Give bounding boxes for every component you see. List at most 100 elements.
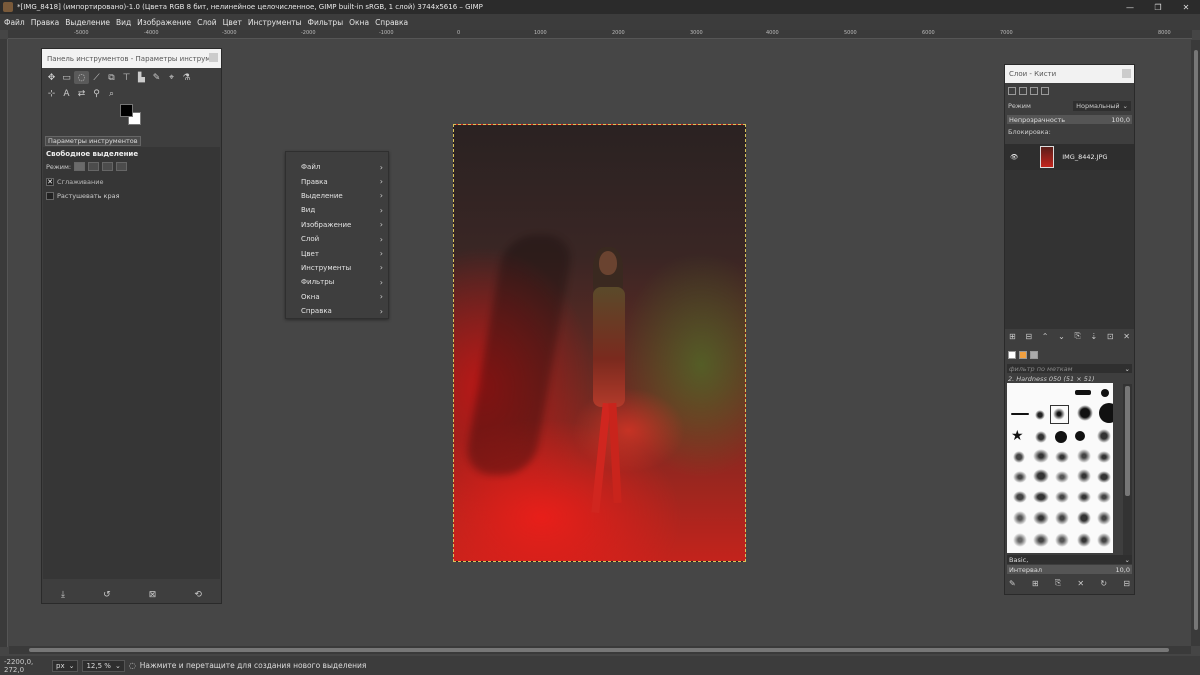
delete-layer-icon[interactable]: ✕	[1123, 332, 1130, 341]
lower-layer-icon[interactable]: ⌄	[1058, 332, 1065, 341]
menu-windows[interactable]: Окна	[349, 18, 369, 27]
context-menu-item-filters[interactable]: Фильтры ›	[286, 275, 388, 289]
menu-layer[interactable]: Слой	[197, 18, 217, 27]
restore-options-icon[interactable]: ↺	[103, 590, 111, 600]
reset-options-icon[interactable]: ⟲	[194, 590, 202, 600]
refresh-brushes-icon[interactable]: ↻	[1100, 579, 1107, 588]
layer-row[interactable]: 👁 IMG_8442.JPG	[1005, 144, 1134, 170]
vertical-ruler[interactable]	[0, 39, 8, 647]
context-menu-item-image[interactable]: Изображение ›	[286, 218, 388, 232]
minimize-button[interactable]: —	[1116, 0, 1144, 14]
menu-colors[interactable]: Цвет	[223, 18, 242, 27]
toolbox-header[interactable]: Панель инструментов - Параметры инструм.…	[42, 49, 221, 68]
smudge-tool-icon[interactable]: ⚗	[179, 71, 194, 84]
channels-tab-icon[interactable]	[1019, 87, 1027, 95]
layer-mode-select[interactable]: Нормальный ⌄	[1073, 101, 1131, 111]
delete-options-icon[interactable]: ⊠	[149, 590, 157, 600]
feather-checkbox[interactable]	[46, 192, 54, 200]
warp-tool-icon[interactable]: ⇄	[74, 87, 89, 100]
mask-layer-icon[interactable]: ⊡	[1107, 332, 1114, 341]
delete-brush-icon[interactable]: ✕	[1077, 579, 1084, 588]
paths-tool-icon[interactable]: ⊹	[44, 87, 59, 100]
move-tool-icon[interactable]: ✥	[44, 71, 59, 84]
unified-transform-tool-icon[interactable]: ⊤	[119, 71, 134, 84]
menu-edit[interactable]: Правка	[31, 18, 60, 27]
edit-brush-icon[interactable]: ✎	[1009, 579, 1016, 588]
context-menu-item-file[interactable]: Файл ›	[286, 160, 388, 174]
text-tool-icon[interactable]: A	[59, 87, 74, 100]
menu-select[interactable]: Выделение	[65, 18, 110, 27]
gradients-tab-icon[interactable]	[1030, 351, 1038, 359]
context-menu-item-colors[interactable]: Цвет ›	[286, 246, 388, 260]
opacity-slider[interactable]: Непрозрачность 100,0	[1007, 115, 1132, 124]
tool-options-tab[interactable]: Параметры инструментов	[42, 136, 221, 146]
close-icon[interactable]	[209, 53, 218, 62]
patterns-tab-icon[interactable]	[1019, 351, 1027, 359]
save-options-icon[interactable]: ⤓	[61, 590, 65, 600]
paths-tab-icon[interactable]	[1030, 87, 1038, 95]
vertical-scrollbar[interactable]	[1191, 40, 1200, 646]
context-menu-item-layer[interactable]: Слой ›	[286, 232, 388, 246]
title-bar: *[IMG_8418] (импортировано)-1.0 (Цвета R…	[0, 0, 1200, 14]
context-menu-item-edit[interactable]: Правка ›	[286, 174, 388, 188]
ruler-tick: 1000	[534, 30, 547, 36]
paintbrush-tool-icon[interactable]: ✎	[149, 71, 164, 84]
foreground-color-swatch[interactable]	[120, 104, 133, 117]
eye-icon[interactable]: 👁	[1010, 153, 1018, 161]
context-menu-item-view[interactable]: Вид ›	[286, 203, 388, 217]
chevron-right-icon: ›	[379, 177, 383, 187]
context-menu-item-windows[interactable]: Окна ›	[286, 290, 388, 304]
open-brush-icon[interactable]: ⊟	[1123, 579, 1130, 588]
rect-select-tool-icon[interactable]: ▭	[59, 71, 74, 84]
horizontal-scrollbar[interactable]	[9, 646, 1191, 654]
color-picker-tool-icon[interactable]: ⚲	[89, 87, 104, 100]
bucket-fill-tool-icon[interactable]: ▙	[134, 71, 149, 84]
brushes-tab-icon[interactable]	[1008, 351, 1016, 359]
new-brush-icon[interactable]: ⊞	[1032, 579, 1039, 588]
context-menu-item-help[interactable]: Справка ›	[286, 304, 388, 318]
menu-image[interactable]: Изображение	[137, 18, 191, 27]
mode-add-icon[interactable]	[88, 162, 100, 171]
close-icon[interactable]	[1122, 69, 1131, 78]
undo-history-tab-icon[interactable]	[1041, 87, 1049, 95]
context-menu-item-tools[interactable]: Инструменты ›	[286, 261, 388, 275]
menu-filters[interactable]: Фильтры	[308, 18, 344, 27]
mode-replace-icon[interactable]	[74, 162, 86, 171]
clone-tool-icon[interactable]: ⌖	[164, 71, 179, 84]
brush-grid[interactable]: ★	[1007, 383, 1113, 553]
new-layer-icon[interactable]: ⊞	[1009, 332, 1016, 341]
brush-preset-select[interactable]: Basic, ⌄	[1007, 555, 1132, 564]
brush-filter-input[interactable]: фильтр по меткам ⌄	[1007, 364, 1132, 373]
raise-layer-icon[interactable]: ⌃	[1042, 332, 1049, 341]
layers-tab-icon[interactable]	[1008, 87, 1016, 95]
context-menu-label: Справка	[301, 307, 332, 316]
context-menu-item-select[interactable]: Выделение ›	[286, 189, 388, 203]
antialias-checkbox[interactable]: ✕	[46, 178, 54, 186]
mode-intersect-icon[interactable]	[116, 162, 128, 171]
anchor-layer-icon[interactable]: ⇣	[1091, 332, 1098, 341]
antialias-checkbox-row[interactable]: ✕ Сглаживание	[46, 178, 217, 186]
maximize-button[interactable]: ❐	[1144, 0, 1172, 14]
horizontal-ruler[interactable]: -5000 -4000 -3000 -2000 -1000 0 1000 200…	[8, 30, 1192, 39]
dock-header[interactable]: Слои - Кисти	[1005, 65, 1134, 83]
unit-select[interactable]: px ⌄	[52, 659, 79, 672]
zoom-select[interactable]: 12,5 % ⌄	[82, 659, 125, 672]
brush-scrollbar[interactable]	[1123, 384, 1132, 555]
new-group-icon[interactable]: ⊟	[1025, 332, 1032, 341]
unit-value: px	[56, 661, 65, 670]
crop-tool-icon[interactable]: ⧉	[104, 71, 119, 84]
spacing-slider[interactable]: Интервал 10,0	[1007, 565, 1132, 574]
duplicate-brush-icon[interactable]: ⎘	[1055, 578, 1061, 588]
menu-tools[interactable]: Инструменты	[248, 18, 302, 27]
mode-subtract-icon[interactable]	[102, 162, 114, 171]
duplicate-layer-icon[interactable]: ⎘	[1074, 331, 1080, 341]
free-select-tool-icon[interactable]: ◌	[74, 71, 89, 84]
close-button[interactable]: ✕	[1172, 0, 1200, 14]
fuzzy-select-tool-icon[interactable]: ⟋	[89, 71, 104, 84]
menu-file[interactable]: Файл	[4, 18, 25, 27]
menu-help[interactable]: Справка	[375, 18, 408, 27]
zoom-tool-icon[interactable]: ⌕	[104, 87, 119, 100]
feather-checkbox-row[interactable]: Растушевать края	[46, 192, 217, 200]
menu-view[interactable]: Вид	[116, 18, 131, 27]
image-canvas[interactable]	[453, 124, 746, 562]
